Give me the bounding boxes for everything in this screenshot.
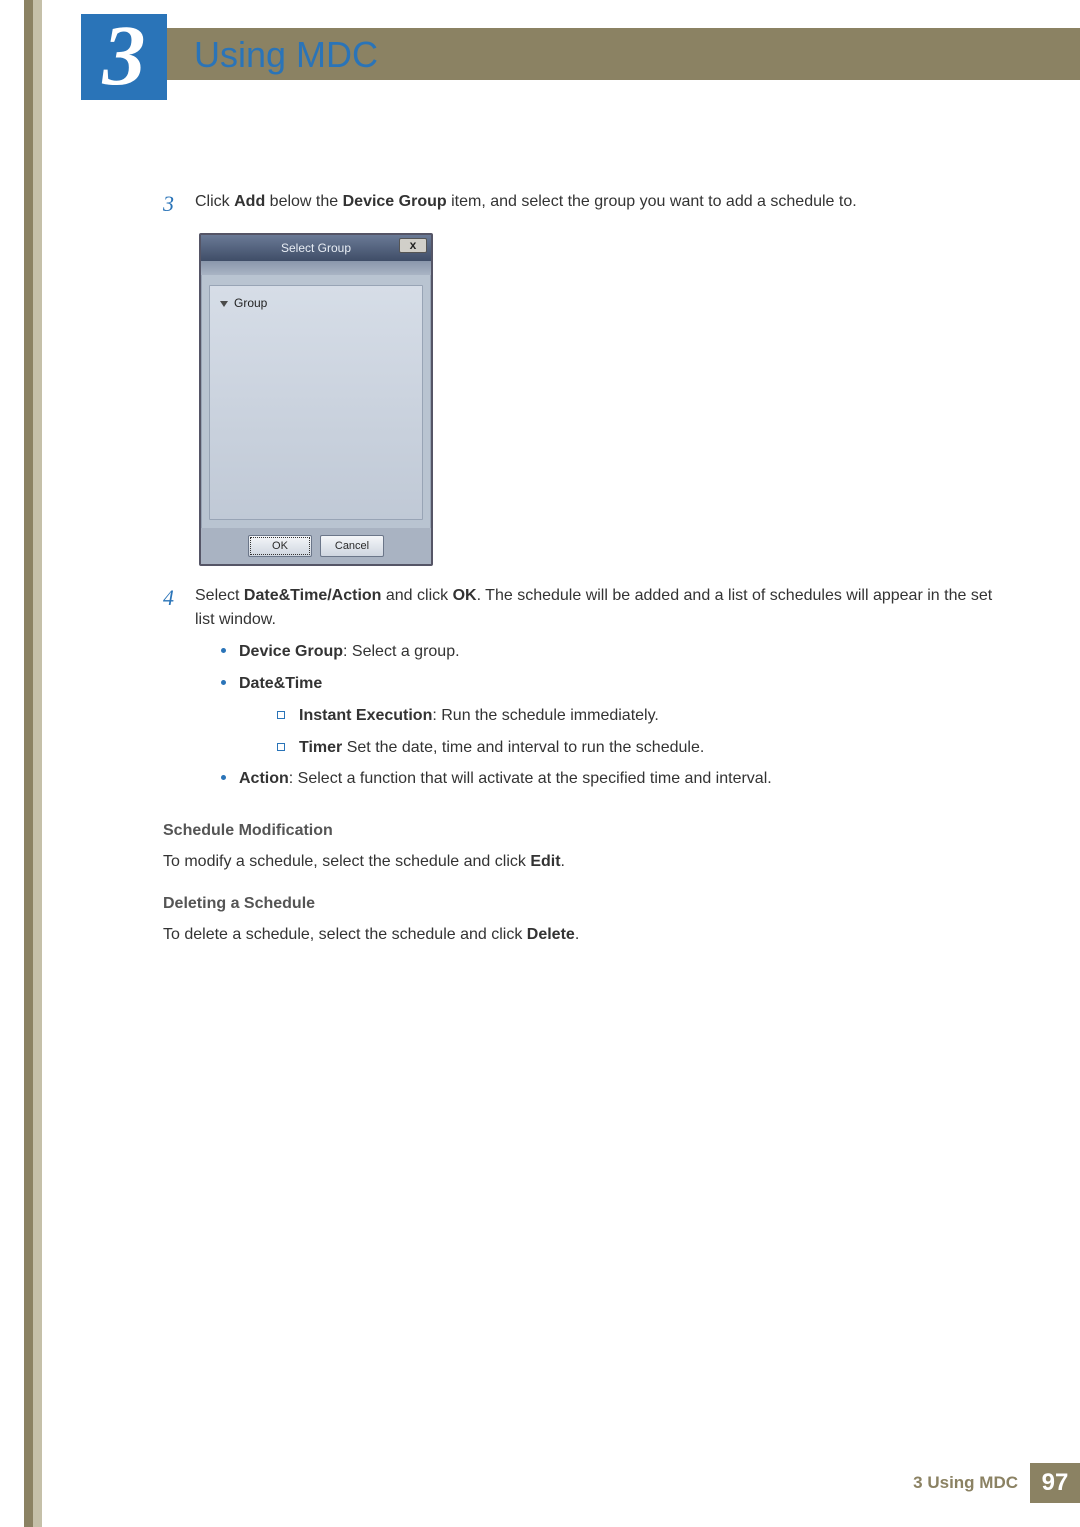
text: . [575,926,579,943]
dialog-title: Select Group [281,241,351,255]
ok-button[interactable]: OK [248,535,312,557]
dialog-toolbar-strip [201,261,431,275]
text-bold: Date&Time [239,675,322,692]
text-bold: Timer [299,739,342,756]
step-4-text: Select Date&Time/Action and click OK. Th… [195,584,995,803]
select-group-dialog: Select Group x Group OK Cancel [199,233,433,566]
text: Select [195,587,244,604]
close-button[interactable]: x [399,238,427,253]
schedule-modification-heading: Schedule Modification [163,822,995,840]
cancel-button[interactable]: Cancel [320,535,384,557]
text: Set the date, time and interval to run t… [342,739,704,756]
text-bold: Edit [530,853,560,870]
bullet-instant-execution: Instant Execution: Run the schedule imme… [277,704,995,729]
text: To delete a schedule, select the schedul… [163,926,527,943]
tree-root-item[interactable]: Group [220,296,412,310]
text: : Select a group. [343,643,460,660]
step-4: 4 Select Date&Time/Action and click OK. … [163,584,995,803]
deleting-schedule-heading: Deleting a Schedule [163,895,995,913]
dialog-body: Group [209,285,423,520]
page-footer: 3 Using MDC 97 [81,1463,1080,1503]
text: Click [195,193,234,210]
tree-root-label: Group [234,296,267,310]
text-bold: Device Group [239,643,343,660]
footer-page-number: 97 [1030,1463,1080,1503]
schedule-modification-text: To modify a schedule, select the schedul… [163,850,995,875]
bullet-datetime: Date&Time Instant Execution: Run the sch… [221,672,995,760]
datetime-subbullets: Instant Execution: Run the schedule imme… [239,704,995,761]
text: . [561,853,565,870]
deleting-schedule-text: To delete a schedule, select the schedul… [163,923,995,948]
dialog-button-bar: OK Cancel [201,528,431,564]
step-3: 3 Click Add below the Device Group item,… [163,190,995,219]
select-group-dialog-figure: Select Group x Group OK Cancel [199,233,995,566]
text: item, and select the group you want to a… [447,193,857,210]
text: : Select a function that will activate a… [289,770,772,787]
text-bold: Action [239,770,289,787]
button-label: OK [272,540,288,552]
text-bold: OK [453,587,477,604]
dialog-titlebar: Select Group x [201,235,431,261]
text: and click [381,587,452,604]
text-bold: Add [234,193,265,210]
bullet-device-group: Device Group: Select a group. [221,640,995,665]
text-bold: Device Group [343,193,447,210]
chapter-number-box: 3 [81,14,167,100]
text: below the [265,193,342,210]
text: To modify a schedule, select the schedul… [163,853,530,870]
text-bold: Date&Time/Action [244,587,382,604]
side-stripe [24,0,42,1527]
button-label: Cancel [335,540,369,552]
step-number: 4 [163,584,195,803]
close-icon: x [410,238,417,252]
bullet-action: Action: Select a function that will acti… [221,767,995,792]
bullet-timer: Timer Set the date, time and interval to… [277,736,995,761]
step-number: 3 [163,190,195,219]
text-bold: Instant Execution [299,707,432,724]
text-bold: Delete [527,926,575,943]
text: : Run the schedule immediately. [432,707,658,724]
footer-chapter-label: 3 Using MDC [913,1473,1018,1493]
chapter-title: Using MDC [194,34,378,76]
expand-collapse-icon [220,301,228,307]
step-3-text: Click Add below the Device Group item, a… [195,190,995,219]
step-4-bullets: Device Group: Select a group. Date&Time … [195,640,995,792]
chapter-number: 3 [103,12,146,98]
